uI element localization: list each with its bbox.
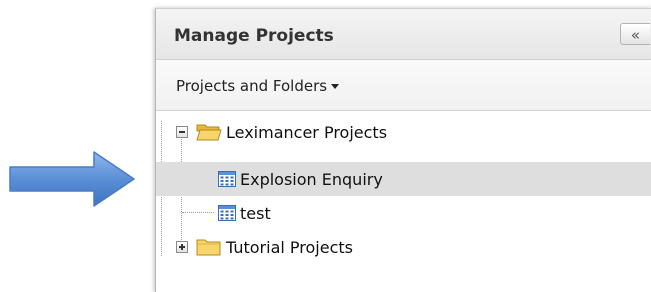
- projects-and-folders-label: Projects and Folders: [176, 77, 328, 95]
- expand-toggle-icon[interactable]: [176, 241, 188, 253]
- tree-node-test[interactable]: test: [156, 196, 651, 230]
- project-grid-icon: [218, 171, 236, 187]
- manage-projects-panel: Manage Projects « Projects and Folders L…: [155, 8, 651, 292]
- tree-node-label: Explosion Enquiry: [240, 170, 383, 189]
- tree-node-label: Tutorial Projects: [226, 238, 353, 257]
- collapse-toggle-icon[interactable]: [176, 126, 188, 138]
- screenshot-stage: Manage Projects « Projects and Folders L…: [0, 0, 651, 292]
- tree-node-tutorial-projects[interactable]: Tutorial Projects: [156, 230, 651, 264]
- folder-open-icon: [196, 124, 222, 141]
- tree-node-label: Leximancer Projects: [226, 123, 388, 142]
- project-tree: Leximancer Projects Explosion Enquiry te…: [156, 111, 651, 292]
- chevron-down-icon: [331, 84, 340, 89]
- projects-and-folders-menu[interactable]: Projects and Folders: [176, 77, 340, 95]
- panel-title: Manage Projects: [174, 26, 334, 46]
- tree-node-label: test: [240, 204, 271, 223]
- panel-header: Manage Projects «: [156, 9, 651, 60]
- panel-toolbar: Projects and Folders: [156, 60, 651, 111]
- project-grid-icon: [218, 205, 236, 221]
- folder-closed-icon: [196, 239, 221, 256]
- tree-node-leximancer-projects[interactable]: Leximancer Projects: [156, 115, 651, 149]
- collapse-panel-button[interactable]: «: [620, 23, 650, 45]
- tree-node-explosion-enquiry[interactable]: Explosion Enquiry: [156, 162, 651, 196]
- arrow-right-icon: [9, 151, 135, 207]
